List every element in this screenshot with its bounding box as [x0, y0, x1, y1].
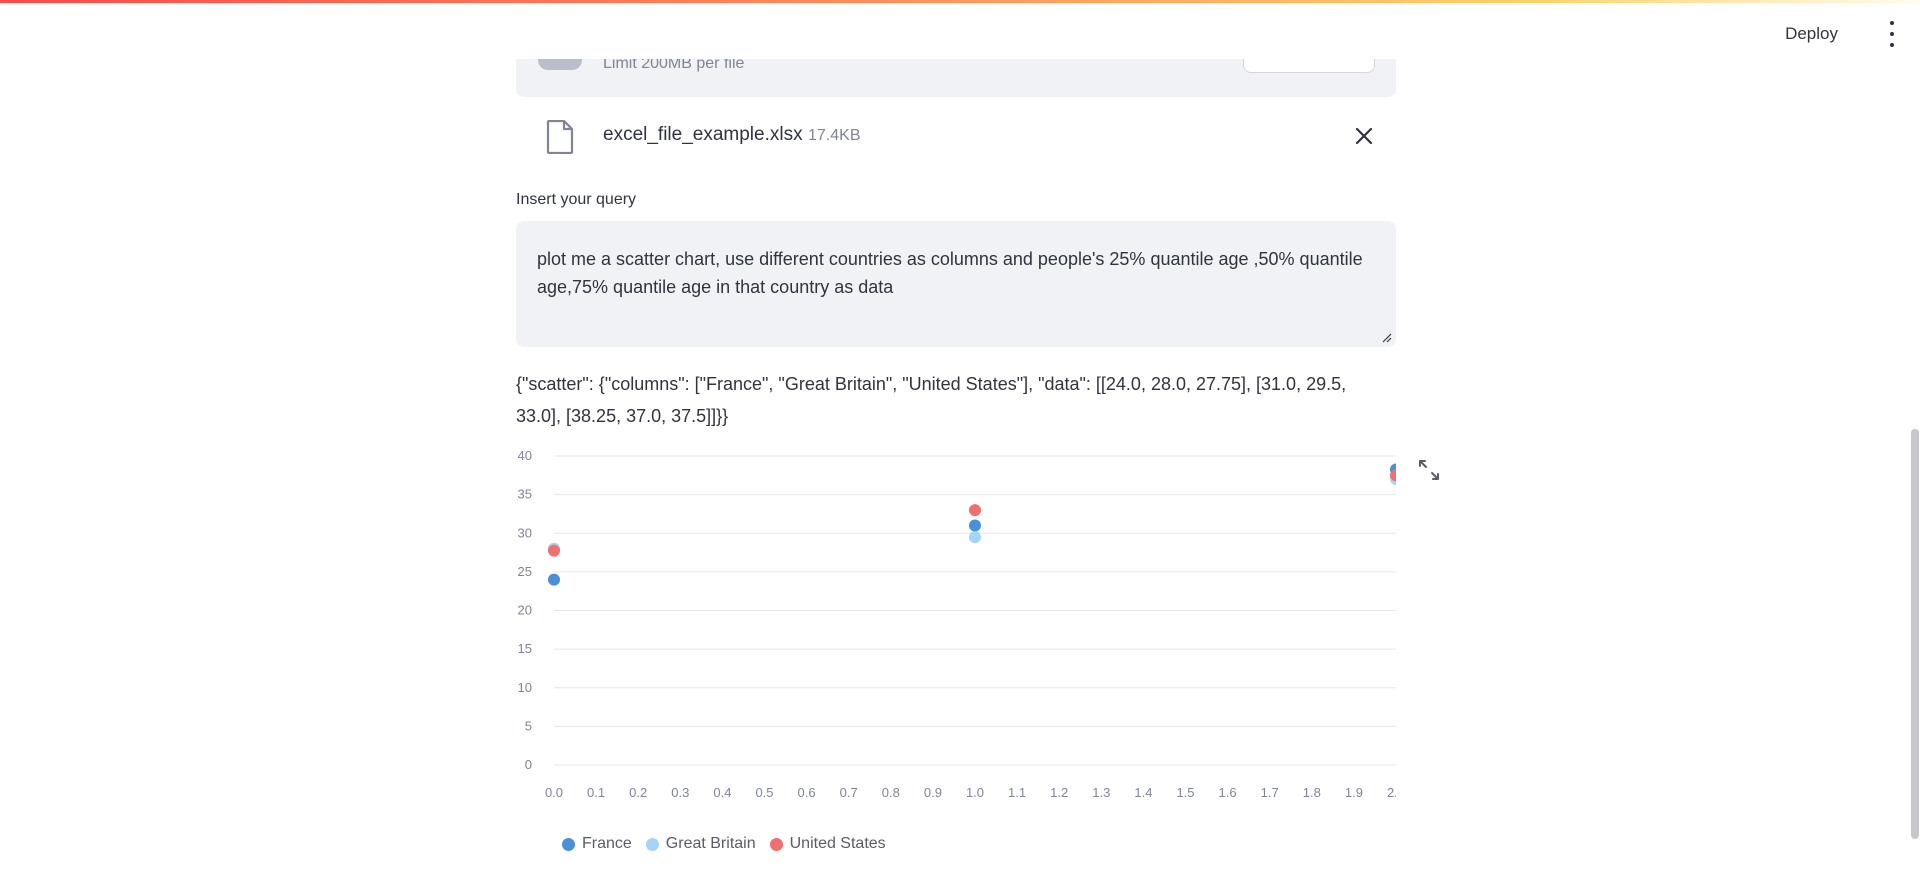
x-tick-label: 2.0: [1387, 785, 1396, 800]
deploy-button[interactable]: Deploy: [1785, 19, 1838, 49]
y-tick-label: 40: [518, 448, 532, 463]
x-tick-label: 1.3: [1092, 785, 1110, 800]
menu-dot: [1890, 32, 1894, 36]
x-tick-label: 1.4: [1134, 785, 1152, 800]
y-tick-label: 5: [525, 718, 532, 733]
x-tick-label: 0.7: [840, 785, 858, 800]
legend-marker: [645, 837, 659, 851]
legend-label: United States: [789, 835, 886, 852]
menu-dot: [1890, 43, 1894, 47]
result-json-text: {"scatter": {"columns": ["France", "Grea…: [516, 374, 1347, 426]
y-tick-label: 0: [525, 757, 532, 772]
chart-legend: France Great Britain United States: [562, 835, 900, 853]
x-tick-label: 1.5: [1176, 785, 1194, 800]
x-tick-label: 0.0: [545, 785, 563, 800]
scatter-point[interactable]: [969, 504, 981, 517]
file-size: 17.4KB: [808, 127, 861, 144]
x-tick-label: 1.8: [1303, 785, 1321, 800]
x-tick-label: 0.1: [587, 785, 605, 800]
scatter-point[interactable]: [969, 531, 981, 544]
query-label: Insert your query: [516, 191, 637, 208]
file-icon: [546, 120, 574, 154]
file-name: excel_file_example.xlsx: [603, 124, 803, 145]
scatter-point[interactable]: [969, 519, 981, 532]
y-tick-label: 10: [518, 680, 532, 695]
more-vertical-icon[interactable]: [1886, 21, 1898, 47]
legend-item[interactable]: United States: [769, 835, 886, 853]
y-tick-label: 30: [518, 525, 532, 540]
scrollbar-thumb[interactable]: [1911, 429, 1919, 839]
legend-marker: [562, 837, 575, 851]
x-tick-label: 0.5: [755, 785, 773, 800]
chart-x-ticks: 0.0 0.1 0.2 0.3 0.4 0.5 0.6 0.7 0.8 0.9 1.0 1.1 1.2 1…: [545, 785, 1396, 800]
chart-points: [548, 463, 1396, 586]
y-tick-label: 20: [518, 603, 532, 618]
scrollbar[interactable]: [1909, 59, 1920, 895]
legend-label: France: [582, 835, 632, 852]
y-tick-label: 25: [518, 564, 532, 579]
legend-item[interactable]: France: [562, 835, 632, 853]
y-tick-label: 35: [518, 487, 532, 502]
y-tick-label: 15: [518, 641, 532, 656]
close-icon[interactable]: [1352, 124, 1376, 148]
x-tick-label: 0.9: [924, 785, 942, 800]
x-tick-label: 0.2: [629, 785, 647, 800]
menu-dot: [1890, 21, 1894, 25]
scatter-chart[interactable]: 0510152025303540 0.0 0.1 0.2 0.3 0.4 0.5 0.6 0.…: [516, 445, 1396, 805]
legend-label: Great Britain: [665, 835, 756, 852]
uploaded-file-row: excel_file_example.xlsx 17.4KB: [516, 112, 1396, 162]
x-tick-label: 1.2: [1050, 785, 1068, 800]
x-tick-label: 0.4: [713, 785, 731, 800]
legend-marker: [769, 837, 783, 851]
x-tick-label: 0.8: [882, 785, 900, 800]
expand-icon[interactable]: [1418, 459, 1440, 481]
legend-item[interactable]: Great Britain: [645, 835, 756, 853]
scatter-point[interactable]: [548, 573, 560, 586]
query-textarea[interactable]: plot me a scatter chart, use different c…: [516, 221, 1396, 347]
app-header: Deploy: [0, 3, 1920, 59]
x-tick-label: 1.1: [1008, 785, 1026, 800]
scatter-point[interactable]: [548, 544, 560, 557]
chart-gridlines: [554, 455, 1396, 766]
x-tick-label: 0.3: [671, 785, 689, 800]
chart-y-ticks: 0 5 10 15 20 25 30 35 40: [518, 448, 532, 772]
x-tick-label: 1.0: [966, 785, 984, 800]
x-tick-label: 0.6: [798, 785, 816, 800]
x-tick-label: 1.7: [1261, 785, 1279, 800]
query-text: plot me a scatter chart, use different c…: [537, 249, 1363, 297]
resize-handle-icon[interactable]: [1382, 333, 1392, 343]
x-tick-label: 1.9: [1345, 785, 1363, 800]
x-tick-label: 1.6: [1219, 785, 1237, 800]
